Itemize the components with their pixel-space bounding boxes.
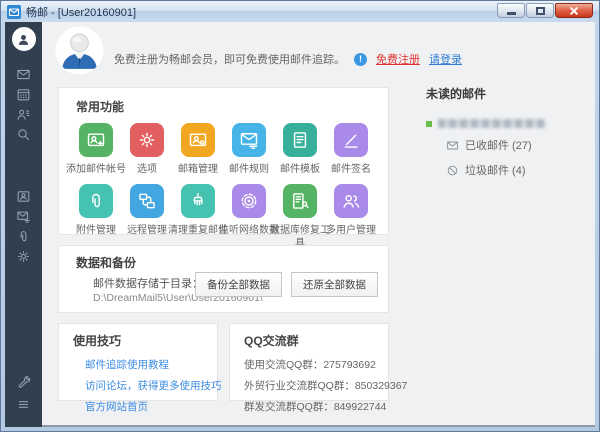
window-title: 畅邮 - [User20160901]: [26, 4, 492, 20]
mail-template-icon: [283, 123, 317, 157]
clean-duplicates-icon: [181, 184, 215, 218]
online-status-dot: [426, 121, 432, 127]
search-icon[interactable]: [16, 127, 31, 142]
qq-group-line: 使用交流QQ群：275793692: [244, 357, 388, 372]
sidebar: [5, 22, 42, 427]
qq-groups-card: QQ交流群 使用交流QQ群：275793692 外贸行业交流群QQ群：850329…: [229, 323, 389, 401]
menu-icon[interactable]: [16, 397, 31, 412]
data-backup-heading: 数据和备份: [76, 254, 388, 271]
mail-signature-icon: [334, 123, 368, 157]
minimize-icon: [507, 12, 516, 15]
blurred-email-address: [438, 119, 546, 128]
wrench-icon[interactable]: [16, 374, 31, 389]
app-logo-icon: [7, 5, 21, 19]
tips-links: 邮件追踪使用教程访问论坛，获得更多使用技巧官方网站首页: [85, 357, 217, 414]
free-register-link[interactable]: 免费注册: [376, 51, 420, 67]
tip-link[interactable]: 官方网站首页: [85, 399, 217, 414]
window-controls: [497, 3, 593, 18]
user-avatar-icon: [16, 32, 31, 47]
minimize-button[interactable]: [497, 3, 525, 18]
remote-manage-tile[interactable]: 远程管理: [122, 184, 172, 250]
usage-tips-heading: 使用技巧: [73, 332, 217, 349]
qq-group-line: 群发交流群QQ群：849922744: [244, 399, 388, 414]
unread-mail-heading: 未读的邮件: [426, 85, 596, 102]
unread-items: 已收邮件 (27) 垃圾邮件 (4): [426, 137, 596, 178]
user-profile-avatar[interactable]: [55, 26, 104, 75]
main-panel: 免费注册为畅邮会员，即可免费使用邮件追踪。 ! 免费注册 请登录 常用功能 添加…: [42, 22, 595, 427]
data-backup-card: 数据和备份 邮件数据存储于目录： 【教程】 D:\DreamMail5\User…: [58, 245, 389, 313]
paperclip-icon[interactable]: [16, 229, 31, 244]
account-row[interactable]: [426, 119, 596, 128]
close-icon: [569, 6, 579, 16]
clean-duplicates-tile[interactable]: 清理重复邮件: [173, 184, 223, 250]
backup-all-button[interactable]: 备份全部数据: [195, 272, 282, 297]
registration-banner: 免费注册为畅邮会员，即可免费使用邮件追踪。 ! 免费注册 请登录: [114, 51, 462, 67]
remote-manage-icon: [130, 184, 164, 218]
unread-folder-item[interactable]: 垃圾邮件 (4): [446, 162, 596, 178]
app-window: 畅邮 - [User20160901]: [0, 0, 600, 432]
db-repair-tile[interactable]: 数据库修复工具: [275, 184, 325, 250]
account-card-icon[interactable]: [16, 189, 31, 204]
db-repair-icon: [283, 184, 317, 218]
attachment-manage-icon: [79, 184, 113, 218]
sidebar-middle-group: [16, 189, 31, 264]
mail-rules-icon: [232, 123, 266, 157]
unread-mail-panel: 未读的邮件 已收邮件 (27) 垃圾邮件 (4: [426, 85, 596, 178]
info-icon: !: [354, 53, 367, 66]
tip-link[interactable]: 访问论坛，获得更多使用技巧: [85, 378, 217, 393]
window-content: 免费注册为畅邮会员，即可免费使用邮件追踪。 ! 免费注册 请登录 常用功能 添加…: [5, 22, 595, 427]
common-functions-heading: 常用功能: [76, 98, 388, 115]
close-button[interactable]: [555, 3, 593, 18]
qq-group-lines: 使用交流QQ群：275793692 外贸行业交流群QQ群：850329367 群发交…: [244, 357, 388, 414]
junk-block-icon: [446, 164, 459, 177]
add-account-icon: [79, 123, 113, 157]
gear-icon[interactable]: [16, 249, 31, 264]
mail-filter-icon[interactable]: [16, 209, 31, 224]
maximize-icon: [536, 7, 545, 15]
sidebar-account-avatar[interactable]: [12, 27, 36, 51]
attachment-manage-tile[interactable]: 附件管理: [71, 184, 121, 250]
storage-dir-label: 邮件数据存储于目录：: [93, 278, 203, 290]
backup-buttons: 备份全部数据 还原全部数据: [195, 272, 378, 297]
qq-group-line: 外贸行业交流群QQ群：850329367: [244, 378, 388, 393]
mail-signature-tile[interactable]: 邮件签名: [326, 123, 376, 176]
usage-tips-card: 使用技巧 邮件追踪使用教程访问论坛，获得更多使用技巧官方网站首页: [58, 323, 218, 401]
calendar-icon[interactable]: [16, 87, 31, 102]
mail-icon[interactable]: [16, 67, 31, 82]
sidebar-bottom-group: [16, 374, 31, 412]
options-icon: [130, 123, 164, 157]
mailbox-manage-icon: [181, 123, 215, 157]
sidebar-top-group: [16, 67, 31, 142]
common-functions-card: 常用功能 添加邮件帐号 选项: [58, 87, 389, 235]
banner-text: 免费注册为畅邮会员，即可免费使用邮件追踪。: [114, 51, 345, 67]
inbox-mail-icon: [446, 139, 459, 152]
unread-folder-item[interactable]: 已收邮件 (27): [446, 137, 596, 153]
monitor-network-icon: [232, 184, 266, 218]
multi-user-icon: [334, 184, 368, 218]
multi-user-tile[interactable]: 多用户管理: [326, 184, 376, 250]
tip-link[interactable]: 邮件追踪使用教程: [85, 357, 217, 372]
login-link[interactable]: 请登录: [429, 51, 462, 67]
maximize-button[interactable]: [526, 3, 554, 18]
function-tiles-grid: 添加邮件帐号 选项 邮箱管理: [59, 115, 388, 258]
titlebar: 畅邮 - [User20160901]: [1, 1, 599, 22]
qq-groups-heading: QQ交流群: [244, 332, 388, 349]
contacts-icon[interactable]: [16, 107, 31, 122]
restore-all-button[interactable]: 还原全部数据: [291, 272, 378, 297]
